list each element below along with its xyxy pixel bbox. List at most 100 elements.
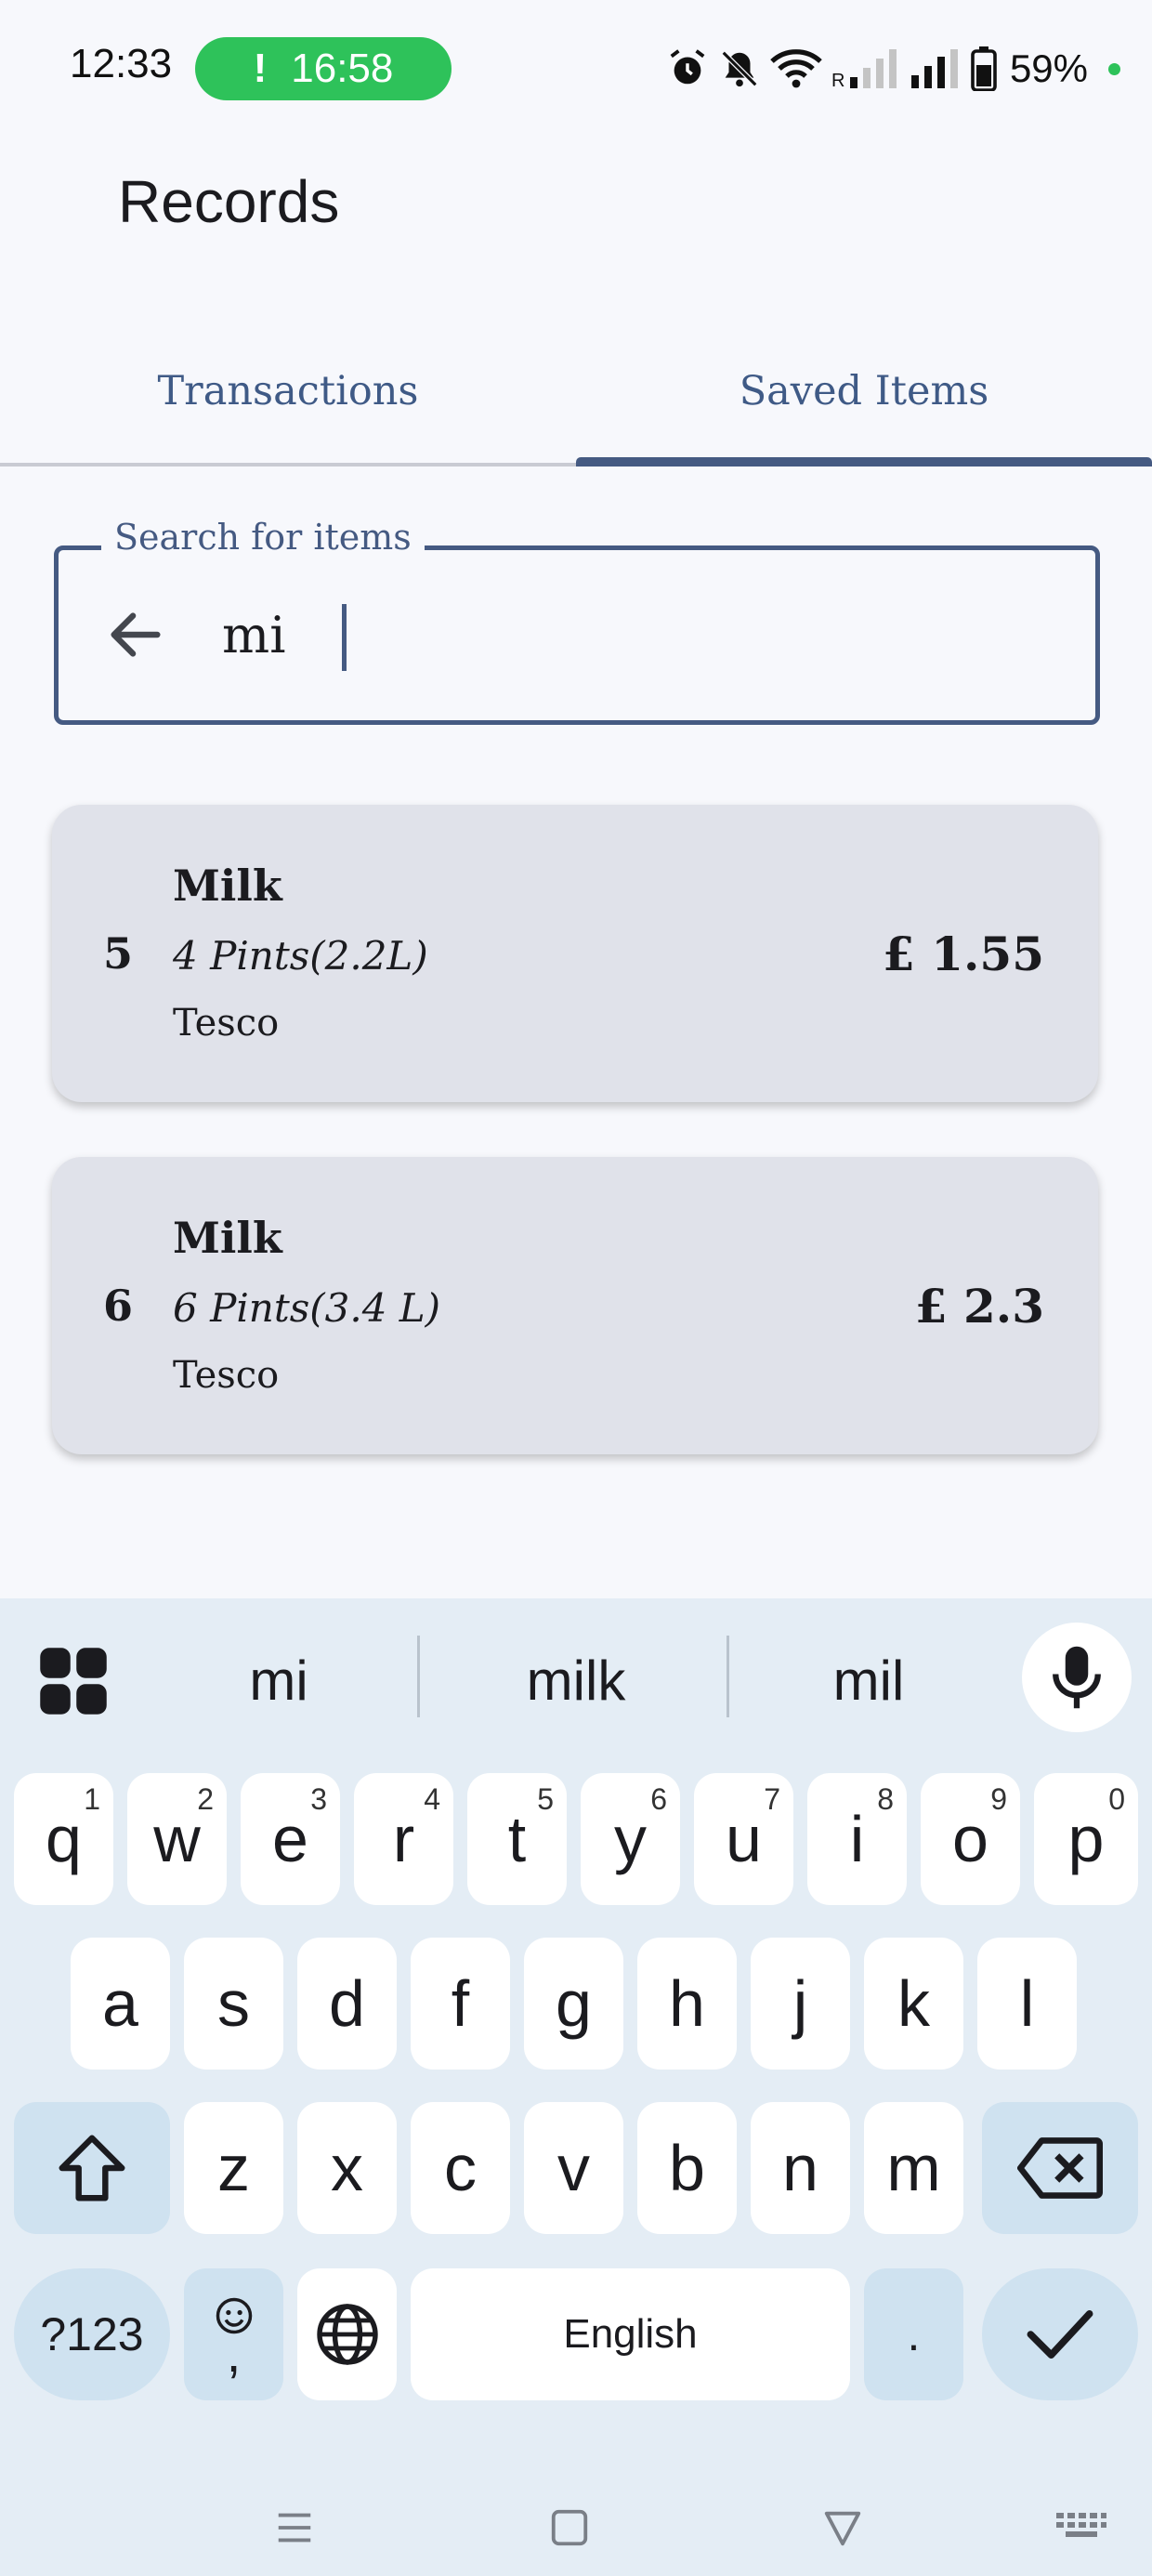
- menu-icon[interactable]: [273, 2506, 316, 2549]
- key-q[interactable]: q1: [14, 1773, 113, 1905]
- item-card[interactable]: 5 Milk 4 Pints(2.2L) Tesco £ 1.55: [52, 805, 1098, 1102]
- item-size: 6 Pints(3.4 L): [173, 1285, 441, 1331]
- globe-icon: [316, 2304, 378, 2365]
- search-field[interactable]: Search for items: [54, 517, 1100, 725]
- shift-key[interactable]: [14, 2102, 170, 2234]
- item-name: Milk: [173, 861, 282, 911]
- key-hint: 4: [424, 1782, 440, 1816]
- key-hint: 7: [764, 1782, 780, 1816]
- language-key[interactable]: [297, 2268, 397, 2400]
- mic-button[interactable]: [1022, 1623, 1132, 1732]
- item-store: Tesco: [173, 1002, 280, 1045]
- key-label: u: [726, 1803, 762, 1875]
- key-g[interactable]: g: [524, 1938, 623, 2070]
- done-key[interactable]: [982, 2268, 1138, 2400]
- key-d[interactable]: d: [297, 1938, 397, 2070]
- key-l[interactable]: l: [977, 1938, 1077, 2070]
- key-e[interactable]: e3: [241, 1773, 340, 1905]
- key-hint: 5: [537, 1782, 554, 1816]
- key-i[interactable]: i8: [807, 1773, 907, 1905]
- suggestion-1[interactable]: mi: [121, 1643, 437, 1717]
- key-label: i: [849, 1803, 865, 1875]
- key-s[interactable]: s: [184, 1938, 283, 2070]
- key-k[interactable]: k: [864, 1938, 963, 2070]
- suggestion-strip: mi milk mil: [0, 1598, 1152, 1752]
- suggestion-3[interactable]: mil: [715, 1643, 1022, 1717]
- checkmark-icon: [1027, 2310, 1093, 2359]
- key-hint: 0: [1108, 1782, 1125, 1816]
- tab-saved-items[interactable]: Saved Items: [576, 316, 1152, 467]
- key-label: r: [392, 1803, 415, 1875]
- signal-roaming-icon: R: [831, 49, 897, 90]
- key-n[interactable]: n: [751, 2102, 850, 2234]
- key-hint: 6: [650, 1782, 667, 1816]
- key-u[interactable]: u7: [694, 1773, 793, 1905]
- item-store: Tesco: [173, 1354, 280, 1397]
- apps-grid-icon[interactable]: [37, 1645, 110, 1717]
- key-label: o: [952, 1803, 988, 1875]
- key-f[interactable]: f: [411, 1938, 510, 2070]
- call-timer-pill[interactable]: ! 16:58: [195, 37, 452, 100]
- item-id: 5: [103, 928, 134, 979]
- key-m[interactable]: m: [864, 2102, 963, 2234]
- period-key[interactable]: .: [864, 2268, 963, 2400]
- backspace-icon: [1017, 2137, 1103, 2199]
- key-r[interactable]: r4: [354, 1773, 453, 1905]
- tab-transactions[interactable]: Transactions: [0, 316, 576, 467]
- call-timer: 16:58: [291, 46, 394, 91]
- key-x[interactable]: x: [297, 2102, 397, 2234]
- key-z[interactable]: z: [184, 2102, 283, 2234]
- status-icons: R 59%: [666, 41, 1120, 97]
- privacy-dot-icon: [1108, 62, 1120, 75]
- arrow-back-icon[interactable]: [103, 602, 168, 667]
- key-hint: 9: [990, 1782, 1007, 1816]
- key-hint: 1: [84, 1782, 100, 1816]
- suggestion-separator: [417, 1636, 420, 1717]
- signal-icon: [910, 49, 958, 88]
- key-v[interactable]: v: [524, 2102, 623, 2234]
- key-h[interactable]: h: [637, 1938, 737, 2070]
- item-size: 4 Pints(2.2L): [173, 933, 428, 979]
- key-j[interactable]: j: [751, 1938, 850, 2070]
- keyboard-icon[interactable]: [1054, 2509, 1108, 2546]
- item-name: Milk: [173, 1213, 282, 1263]
- item-price: £ 2.3: [914, 1278, 1044, 1334]
- key-a[interactable]: a: [71, 1938, 170, 2070]
- svg-text:R: R: [831, 71, 844, 90]
- mute-icon: [721, 50, 758, 87]
- key-o[interactable]: o9: [921, 1773, 1020, 1905]
- key-label: e: [272, 1803, 308, 1875]
- space-key[interactable]: English: [411, 2268, 850, 2400]
- alarm-icon: [670, 49, 705, 85]
- symbols-key[interactable]: ?123: [14, 2268, 170, 2400]
- backspace-key[interactable]: [982, 2102, 1138, 2234]
- search-label: Search for items: [101, 517, 425, 558]
- item-card[interactable]: 6 Milk 6 Pints(3.4 L) Tesco £ 2.3: [52, 1157, 1098, 1454]
- key-p[interactable]: p0: [1034, 1773, 1138, 1905]
- item-price: £ 1.55: [883, 926, 1044, 981]
- key-c[interactable]: c: [411, 2102, 510, 2234]
- page-title: Records: [118, 168, 340, 235]
- comma-label: ,: [226, 2324, 242, 2383]
- item-id: 6: [103, 1281, 134, 1331]
- key-hint: 3: [310, 1782, 327, 1816]
- key-y[interactable]: y6: [581, 1773, 680, 1905]
- battery-percent: 59%: [1009, 46, 1088, 90]
- key-w[interactable]: w2: [127, 1773, 227, 1905]
- status-time: 12:33: [70, 41, 173, 86]
- home-square-icon[interactable]: [548, 2506, 591, 2549]
- shift-icon: [59, 2135, 125, 2201]
- key-b[interactable]: b: [637, 2102, 737, 2234]
- key-label: t: [507, 1803, 527, 1875]
- key-hint: 2: [197, 1782, 214, 1816]
- key-hint: 8: [877, 1782, 894, 1816]
- emoji-comma-key[interactable]: ,: [184, 2268, 283, 2400]
- wifi-icon: [770, 49, 822, 88]
- status-bar: 12:33 ! 16:58 R 59%: [0, 0, 1152, 139]
- back-triangle-icon[interactable]: [821, 2506, 864, 2549]
- mic-icon: [1053, 1646, 1101, 1709]
- tab-selected-indicator: [576, 457, 1152, 467]
- suggestion-2[interactable]: milk: [423, 1643, 729, 1717]
- key-label: p: [1067, 1803, 1105, 1875]
- key-t[interactable]: t5: [467, 1773, 567, 1905]
